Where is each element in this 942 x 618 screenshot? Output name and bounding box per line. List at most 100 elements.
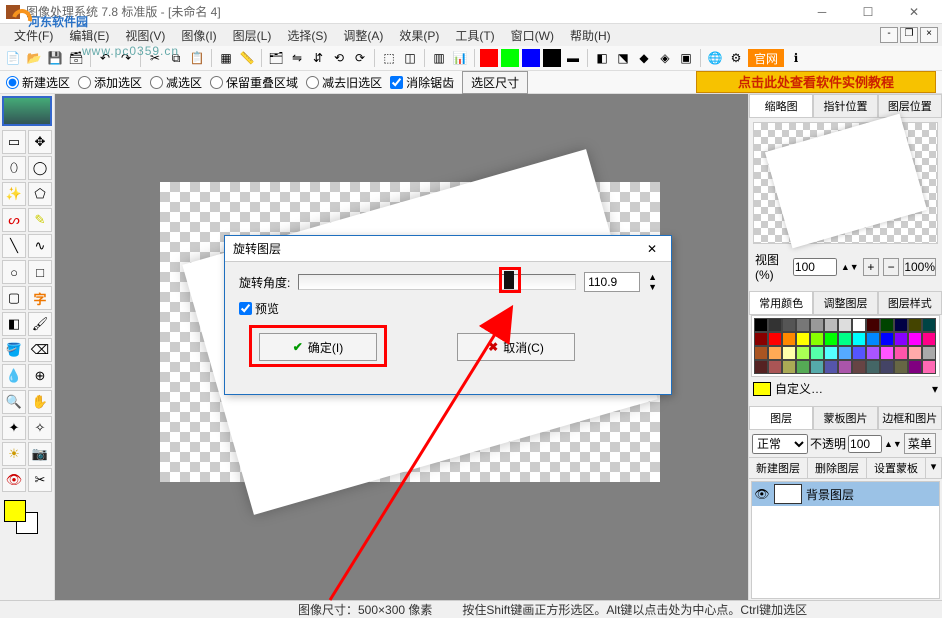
hand-tool[interactable]: ✋ bbox=[28, 390, 52, 414]
black-swatch-icon[interactable] bbox=[543, 49, 561, 67]
menu-tool[interactable]: 工具(T) bbox=[449, 25, 500, 46]
rrect-tool[interactable]: ▢ bbox=[2, 286, 26, 310]
palette-swatch[interactable] bbox=[894, 360, 908, 374]
palette-swatch[interactable] bbox=[782, 346, 796, 360]
palette-swatch[interactable] bbox=[796, 360, 810, 374]
palette-swatch[interactable] bbox=[908, 318, 922, 332]
saveall-icon[interactable]: 🗃 bbox=[67, 49, 85, 67]
palette-swatch[interactable] bbox=[768, 360, 782, 374]
redo-icon[interactable]: ↷ bbox=[117, 49, 135, 67]
circle-tool[interactable]: ○ bbox=[2, 260, 26, 284]
doc-thumbnail[interactable] bbox=[2, 96, 52, 126]
palette-swatch[interactable] bbox=[838, 346, 852, 360]
layers-icon[interactable]: 🗂 bbox=[267, 49, 285, 67]
blend-mode-select[interactable]: 正常 bbox=[752, 434, 808, 454]
menu-image[interactable]: 图像(I) bbox=[175, 25, 222, 46]
layer-menu-button[interactable]: 菜单 bbox=[904, 433, 936, 454]
crop-icon[interactable]: ◫ bbox=[401, 49, 419, 67]
move-tool[interactable]: ✥ bbox=[28, 130, 52, 154]
cut-icon[interactable]: ✂ bbox=[146, 49, 164, 67]
palette-swatch[interactable] bbox=[810, 360, 824, 374]
tab-layers[interactable]: 图层 bbox=[749, 406, 813, 429]
palette-swatch[interactable] bbox=[866, 332, 880, 346]
menu-layer[interactable]: 图层(L) bbox=[227, 25, 278, 46]
set-mask-button[interactable]: 设置蒙板 bbox=[867, 458, 926, 478]
pencil-tool[interactable]: ✎ bbox=[28, 208, 52, 232]
radio-sub-sel[interactable]: 减选区 bbox=[150, 74, 202, 91]
tab-frame[interactable]: 边框和图片 bbox=[878, 406, 942, 429]
palette-swatch[interactable] bbox=[852, 360, 866, 374]
custom-color-label[interactable]: 自定义… bbox=[775, 380, 928, 397]
tab-layer-style[interactable]: 图层样式 bbox=[878, 291, 942, 314]
radio-sub-old[interactable]: 减去旧选区 bbox=[306, 74, 382, 91]
undo-icon[interactable]: ↶ bbox=[96, 49, 114, 67]
grid-icon[interactable]: ▦ bbox=[217, 49, 235, 67]
menu-file[interactable]: 文件(F) bbox=[8, 25, 59, 46]
rotate-r-icon[interactable]: ⟳ bbox=[351, 49, 369, 67]
ruler-icon[interactable]: 📏 bbox=[238, 49, 256, 67]
palette-swatch[interactable] bbox=[824, 318, 838, 332]
gradient-tool[interactable]: ◧ bbox=[2, 312, 26, 336]
palette-swatch[interactable] bbox=[922, 346, 936, 360]
home-button[interactable]: 官网 bbox=[748, 49, 784, 67]
palette-swatch[interactable] bbox=[838, 332, 852, 346]
palette-swatch[interactable] bbox=[922, 318, 936, 332]
rotate-l-icon[interactable]: ⟲ bbox=[330, 49, 348, 67]
palette-swatch[interactable] bbox=[880, 346, 894, 360]
layer-list[interactable]: 👁 背景图层 bbox=[751, 481, 940, 599]
curve-tool[interactable]: ∿ bbox=[28, 234, 52, 258]
palette-swatch[interactable] bbox=[754, 346, 768, 360]
palette-swatch[interactable] bbox=[908, 346, 922, 360]
palette-swatch[interactable] bbox=[852, 332, 866, 346]
palette-swatch[interactable] bbox=[852, 346, 866, 360]
color-swatches[interactable] bbox=[2, 498, 52, 538]
menu-select[interactable]: 选择(S) bbox=[281, 25, 333, 46]
scissors-tool[interactable]: ✂ bbox=[28, 468, 52, 492]
camera-tool[interactable]: 📷 bbox=[28, 442, 52, 466]
preview-checkbox[interactable]: 预览 bbox=[239, 300, 657, 317]
open-icon[interactable]: 📂 bbox=[25, 49, 43, 67]
tab-palette[interactable]: 常用颜色 bbox=[749, 291, 813, 314]
ad-banner[interactable]: 点击此处查看软件实例教程 bbox=[696, 71, 936, 93]
poly-tool[interactable]: ⬠ bbox=[28, 182, 52, 206]
new-icon[interactable]: 📄 bbox=[4, 49, 22, 67]
resize-icon[interactable]: ⬚ bbox=[380, 49, 398, 67]
paste-icon[interactable]: 📋 bbox=[188, 49, 206, 67]
wand-tool[interactable]: ✨ bbox=[2, 182, 26, 206]
palette-swatch[interactable] bbox=[922, 360, 936, 374]
angle-input[interactable] bbox=[584, 272, 640, 292]
palette-swatch[interactable] bbox=[796, 318, 810, 332]
palette-swatch[interactable] bbox=[768, 346, 782, 360]
flip-h-icon[interactable]: ⇋ bbox=[288, 49, 306, 67]
lasso-tool[interactable]: ⬯ bbox=[2, 156, 26, 180]
tab-mask[interactable]: 蒙板图片 bbox=[813, 406, 877, 429]
free-tool[interactable]: ᔕ bbox=[2, 208, 26, 232]
ellipse-select-tool[interactable]: ◯ bbox=[28, 156, 52, 180]
zoom-100-button[interactable]: 100% bbox=[903, 258, 936, 276]
palette-swatch[interactable] bbox=[908, 332, 922, 346]
cancel-button[interactable]: ✖取消(C) bbox=[457, 333, 575, 361]
mdi-close[interactable]: × bbox=[920, 27, 938, 43]
light-tool[interactable]: ☀ bbox=[2, 442, 26, 466]
zoom-in-button[interactable]: + bbox=[863, 258, 879, 276]
tab-pointer[interactable]: 指针位置 bbox=[813, 94, 877, 117]
bucket-tool[interactable]: 🪣 bbox=[2, 338, 26, 362]
radio-keep-overlap[interactable]: 保留重叠区域 bbox=[210, 74, 298, 91]
tab-adjust-layer[interactable]: 调整图层 bbox=[813, 291, 877, 314]
green-swatch-icon[interactable] bbox=[501, 49, 519, 67]
palette-swatch[interactable] bbox=[824, 332, 838, 346]
maximize-button[interactable]: ☐ bbox=[846, 1, 890, 23]
tool4-icon[interactable]: ◈ bbox=[656, 49, 674, 67]
tool2-icon[interactable]: ⬔ bbox=[614, 49, 632, 67]
palette-swatch[interactable] bbox=[908, 360, 922, 374]
fg-color-swatch[interactable] bbox=[4, 500, 26, 522]
gradient-icon[interactable]: ▬ bbox=[564, 49, 582, 67]
copy-icon[interactable]: ⧉ bbox=[167, 49, 185, 67]
new-layer-button[interactable]: 新建图层 bbox=[749, 458, 808, 478]
palette-swatch[interactable] bbox=[796, 332, 810, 346]
menu-edit[interactable]: 编辑(E) bbox=[63, 25, 115, 46]
eraser-tool[interactable]: ⌫ bbox=[28, 338, 52, 362]
radio-add-sel[interactable]: 添加选区 bbox=[78, 74, 142, 91]
menu-effect[interactable]: 效果(P) bbox=[393, 25, 445, 46]
navigator-thumbnail[interactable] bbox=[753, 122, 938, 244]
